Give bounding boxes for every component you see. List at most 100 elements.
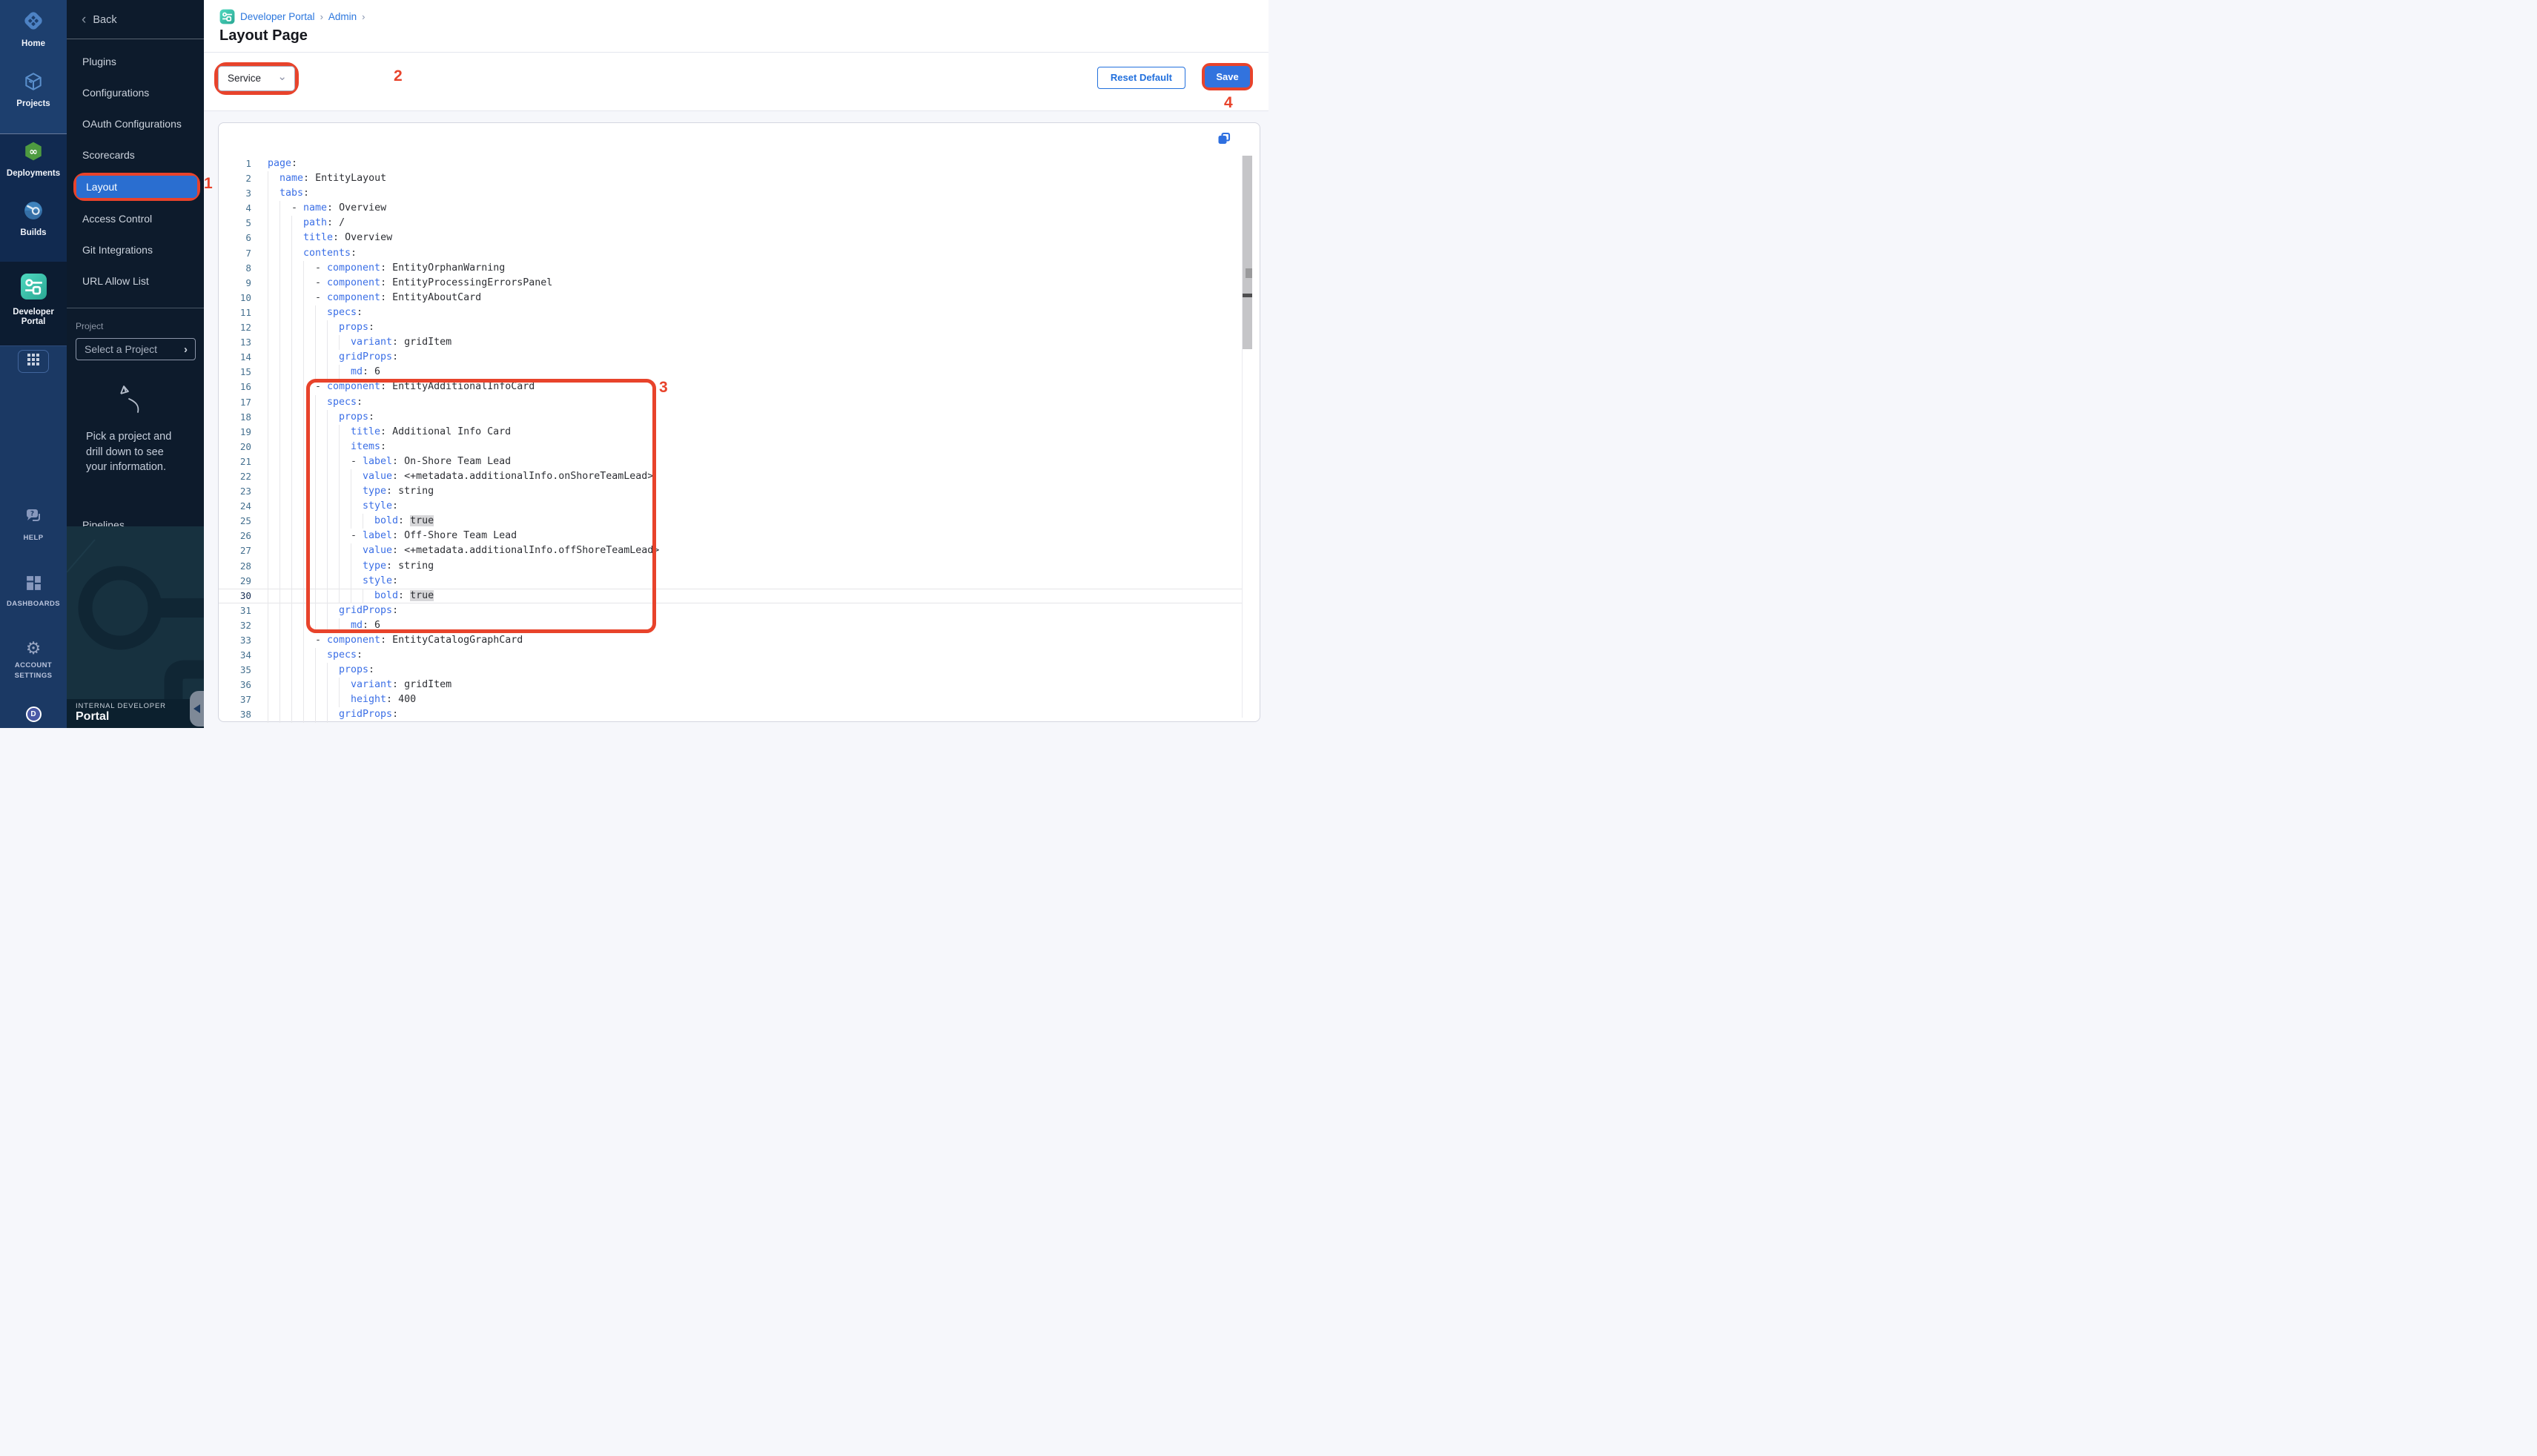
content-area: 1page:2name: EntityLayout3tabs:4- name: … — [204, 111, 1268, 728]
code-line[interactable]: 26- label: Off-Shore Team Lead — [219, 529, 1242, 543]
code-line[interactable]: 2name: EntityLayout — [219, 171, 1242, 186]
line-number: 18 — [219, 410, 251, 425]
code-text: variant: gridItem — [268, 335, 452, 350]
code-text: - component: EntityAboutCard — [268, 291, 481, 305]
reset-default-button[interactable]: Reset Default — [1097, 67, 1185, 89]
line-number: 21 — [219, 454, 251, 469]
nav-projects-label: Projects — [16, 99, 50, 109]
code-text: path: / — [268, 216, 345, 231]
back-button[interactable]: ‹ Back — [67, 0, 204, 26]
code-line[interactable]: 25bold: true — [219, 514, 1242, 529]
code-text: variant: gridItem — [268, 678, 452, 692]
code-line[interactable]: 8- component: EntityOrphanWarning — [219, 261, 1242, 276]
code-line[interactable]: 29style: — [219, 574, 1242, 589]
project-select[interactable]: Select a Project › — [76, 338, 196, 360]
code-text: title: Overview — [268, 231, 392, 245]
code-text: specs: — [268, 395, 363, 410]
line-number: 37 — [219, 692, 251, 707]
code-line[interactable]: 6title: Overview — [219, 231, 1242, 245]
code-line[interactable]: 10- component: EntityAboutCard — [219, 291, 1242, 305]
code-line[interactable]: 5path: / — [219, 216, 1242, 231]
code-line[interactable]: 19title: Additional Info Card — [219, 425, 1242, 440]
breadcrumb-admin[interactable]: Admin — [328, 11, 357, 22]
code-line[interactable]: 30bold: true — [219, 589, 1242, 603]
nav-account-settings[interactable]: ⚙ ACCOUNT SETTINGS — [10, 640, 57, 682]
nav-help[interactable]: ? HELP — [24, 508, 44, 543]
scrollbar-marker-dark — [1243, 294, 1252, 297]
code-line[interactable]: 31gridProps: — [219, 603, 1242, 618]
code-text: props: — [268, 320, 374, 335]
code-line[interactable]: 27value: <+metadata.additionalInfo.offSh… — [219, 543, 1242, 558]
line-number: 24 — [219, 499, 251, 514]
line-number: 30 — [219, 589, 251, 603]
code-text: title: Additional Info Card — [268, 425, 511, 440]
deployments-icon: ∞ — [23, 141, 44, 165]
code-text: specs: — [268, 648, 363, 663]
code-text: name: EntityLayout — [268, 171, 386, 186]
sidebar-item-oauth-configurations[interactable]: OAuth Configurations — [67, 108, 204, 139]
sidebar-item-access-control[interactable]: Access Control — [67, 203, 204, 234]
code-line[interactable]: 23type: string — [219, 484, 1242, 499]
code-line[interactable]: 18props: — [219, 410, 1242, 425]
brand-internal-developer: INTERNAL DEVELOPER — [76, 702, 204, 710]
nav-home[interactable]: Home — [0, 0, 67, 49]
nav-projects[interactable]: Projects — [0, 71, 67, 109]
annotation-ring-1: Layout — [73, 173, 200, 201]
nav-deployments[interactable]: ∞ Deployments — [0, 134, 67, 179]
code-line[interactable]: 33- component: EntityCatalogGraphCard — [219, 633, 1242, 648]
code-line[interactable]: 12props: — [219, 320, 1242, 335]
copy-button[interactable] — [1217, 131, 1231, 150]
line-number: 25 — [219, 514, 251, 529]
sidebar-item-scorecards[interactable]: Scorecards — [67, 139, 204, 171]
code-editor[interactable]: 1page:2name: EntityLayout3tabs:4- name: … — [219, 156, 1242, 723]
breadcrumb-developer-portal[interactable]: Developer Portal — [240, 11, 315, 22]
module-grid-button[interactable] — [18, 350, 49, 373]
code-line[interactable]: 7contents: — [219, 246, 1242, 261]
user-avatar[interactable]: D — [26, 707, 42, 722]
nav-developer-portal[interactable]: Developer Portal — [0, 262, 67, 327]
sidebar-item-url-allow-list[interactable]: URL Allow List — [67, 265, 204, 297]
code-line[interactable]: 3tabs: — [219, 186, 1242, 201]
code-line[interactable]: 4- name: Overview — [219, 201, 1242, 216]
code-text: height: 400 — [268, 692, 416, 707]
sidebar-collapse-button[interactable] — [190, 691, 204, 727]
code-line[interactable]: 21- label: On-Shore Team Lead — [219, 454, 1242, 469]
code-line[interactable]: 32md: 6 — [219, 618, 1242, 633]
sidebar-decoration — [67, 526, 204, 728]
line-number: 4 — [219, 201, 251, 216]
annotation-ring-4: Save — [1202, 63, 1253, 90]
line-number: 29 — [219, 574, 251, 589]
code-line[interactable]: 38gridProps: — [219, 707, 1242, 722]
code-line[interactable]: 9- component: EntityProcessingErrorsPane… — [219, 276, 1242, 291]
code-line[interactable]: 14gridProps: — [219, 350, 1242, 365]
sidebar-item-git-integrations[interactable]: Git Integrations — [67, 234, 204, 265]
sidebar-item-plugins[interactable]: Plugins — [67, 46, 204, 77]
sidebar-item-layout-selected[interactable]: Layout — [76, 176, 197, 198]
code-line[interactable]: 17specs: — [219, 395, 1242, 410]
code-line[interactable]: 15md: 6 — [219, 365, 1242, 380]
sidebar-item-configurations[interactable]: Configurations — [67, 77, 204, 108]
entity-kind-dropdown[interactable]: Service ⌄ — [218, 66, 295, 91]
line-number: 16 — [219, 380, 251, 394]
code-line[interactable]: 34specs: — [219, 648, 1242, 663]
nav-help-label: HELP — [24, 533, 44, 543]
code-line[interactable]: 13variant: gridItem — [219, 335, 1242, 350]
code-line[interactable]: 11specs: — [219, 305, 1242, 320]
editor-scrollbar[interactable] — [1243, 156, 1252, 349]
code-line[interactable]: 24style: — [219, 499, 1242, 514]
code-line[interactable]: 37 height: 400 — [219, 692, 1242, 707]
code-line[interactable]: 22value: <+metadata.additionalInfo.onSho… — [219, 469, 1242, 484]
sidebar-brand: INTERNAL DEVELOPER Portal — [67, 699, 204, 728]
code-line[interactable]: 35props: — [219, 663, 1242, 678]
code-line[interactable]: 20items: — [219, 440, 1242, 454]
gear-icon: ⚙ — [26, 640, 42, 657]
brand-portal: Portal — [76, 710, 204, 724]
code-line[interactable]: 16- component: EntityAdditionalInfoCard — [219, 380, 1242, 394]
nav-builds[interactable]: Builds — [0, 200, 67, 238]
nav-dashboards[interactable]: DASHBOARDS — [7, 575, 60, 609]
code-line[interactable]: 36variant: gridItem — [219, 678, 1242, 692]
save-button[interactable]: Save — [1205, 66, 1250, 87]
code-line[interactable]: 28type: string — [219, 559, 1242, 574]
code-line[interactable]: 1page: — [219, 156, 1242, 171]
code-text: - label: Off-Shore Team Lead — [268, 529, 517, 543]
